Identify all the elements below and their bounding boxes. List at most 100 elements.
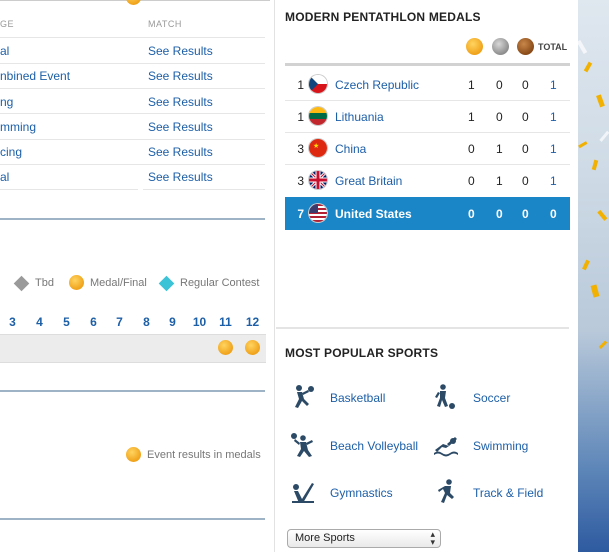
legend-tbd: Tbd [35,277,54,289]
day-number: 4 [36,315,43,329]
medals-title: MODERN PENTATHLON MEDALS [285,10,481,24]
rank: 7 [297,207,304,221]
day-number: 7 [116,315,123,329]
svg-text:★: ★ [313,142,319,150]
sport-link-basketball[interactable]: Basketball [330,391,385,405]
day-number: 10 [192,315,207,329]
bronze-count: 0 [522,142,529,156]
silver-count: 0 [496,207,503,221]
stage-name: mming [0,120,37,134]
country-name: Czech Republic [335,78,420,92]
medal-row[interactable]: 3 ★ China 0 1 0 1 [285,133,570,164]
more-sports-value: More Sports [295,532,355,544]
see-results-link[interactable]: See Results [148,120,213,134]
section-divider [0,218,265,220]
day-number: 5 [63,315,70,329]
medal-event-icon[interactable] [218,340,233,355]
usa-flag-icon [309,204,327,222]
col-match-header: MATCH [148,19,182,29]
day-number: 3 [9,315,16,329]
sport-link-beach-volleyball[interactable]: Beach Volleyball [330,439,418,453]
lithuania-flag-icon [309,107,327,125]
more-sports-select[interactable]: More Sports ▴ ▾ [287,529,441,548]
country-name: United States [335,207,412,221]
country-name: China [335,142,367,156]
china-flag-icon: ★ [309,139,327,157]
col-stage-header: GE [0,19,15,29]
sport-link-soccer[interactable]: Soccer [473,391,510,405]
silver-count: 0 [496,110,503,124]
gold-count: 0 [468,207,475,221]
bronze-count: 0 [522,207,529,221]
total-count: 0 [550,207,557,221]
medal-row[interactable]: 1 Czech Republic 1 0 0 1 [285,69,570,100]
total-count: 1 [550,174,557,188]
bronze-count: 0 [522,174,529,188]
day-number: 11 [219,315,232,329]
czech-flag-icon [309,75,327,93]
day-number: 6 [90,315,97,329]
rank: 1 [297,78,304,92]
gold-medal-icon [126,0,141,5]
day-number: 9 [169,315,176,329]
day-number: 8 [143,315,150,329]
swimming-icon [434,437,458,457]
stage-name: cing [0,145,23,159]
bronze-count: 0 [522,78,529,92]
see-results-link[interactable]: See Results [148,145,213,159]
background-artwork [576,0,609,552]
soccer-icon [435,384,455,409]
medal-row[interactable]: 1 Lithuania 1 0 0 1 [285,101,570,132]
see-results-link[interactable]: See Results [148,69,213,83]
gold-count: 1 [468,78,475,92]
event-results-note: Event results in medals [147,449,261,461]
legend-regular: Regular Contest [180,277,260,289]
silver-count: 0 [496,78,503,92]
beach-volleyball-icon [291,433,313,457]
rank: 3 [297,142,304,156]
silver-count: 1 [496,174,503,188]
basketball-icon [295,385,314,408]
sport-link-track-and-field[interactable]: Track & Field [473,486,543,500]
great-britain-flag-icon [309,171,327,189]
silver-medal-icon [492,38,509,55]
stage-name: al [0,170,10,184]
total-count: 1 [550,78,557,92]
bronze-count: 0 [522,110,529,124]
country-name: Lithuania [335,110,384,124]
medal-note-icon [126,447,141,462]
gold-medal-icon [466,38,483,55]
track-and-field-icon [438,479,454,503]
total-count: 1 [550,142,557,156]
regular-contest-icon [158,275,175,292]
see-results-link[interactable]: See Results [148,95,213,109]
sport-link-swimming[interactable]: Swimming [473,439,528,453]
stage-name: al [0,44,10,58]
silver-count: 1 [496,142,503,156]
gold-count: 1 [468,110,475,124]
bronze-medal-icon [517,38,534,55]
medal-final-icon [69,275,84,290]
legend-medal-final: Medal/Final [90,277,147,289]
gold-count: 0 [468,142,475,156]
stage-name: nbined Event [0,69,71,83]
section-divider [0,390,265,392]
total-header: TOTAL [538,42,568,52]
day-number: 12 [245,315,260,329]
section-divider [0,518,265,520]
medal-row-selected[interactable]: 7 United States 0 0 0 0 [285,197,570,230]
select-arrows-icon: ▴ ▾ [430,529,435,547]
sport-link-gymnastics[interactable]: Gymnastics [330,486,393,500]
see-results-link[interactable]: See Results [148,170,213,184]
medal-event-icon[interactable] [245,340,260,355]
total-count: 1 [550,110,557,124]
popular-title: MOST POPULAR SPORTS [285,346,439,360]
see-results-link[interactable]: See Results [148,44,213,58]
rank: 1 [297,110,304,124]
country-name: Great Britain [335,174,403,188]
gymnastics-icon [292,483,314,503]
medal-row[interactable]: 3 Great Britain 0 1 0 1 [285,165,570,196]
stage-name: ng [0,95,14,109]
gold-count: 0 [468,174,475,188]
rank: 3 [297,174,304,188]
